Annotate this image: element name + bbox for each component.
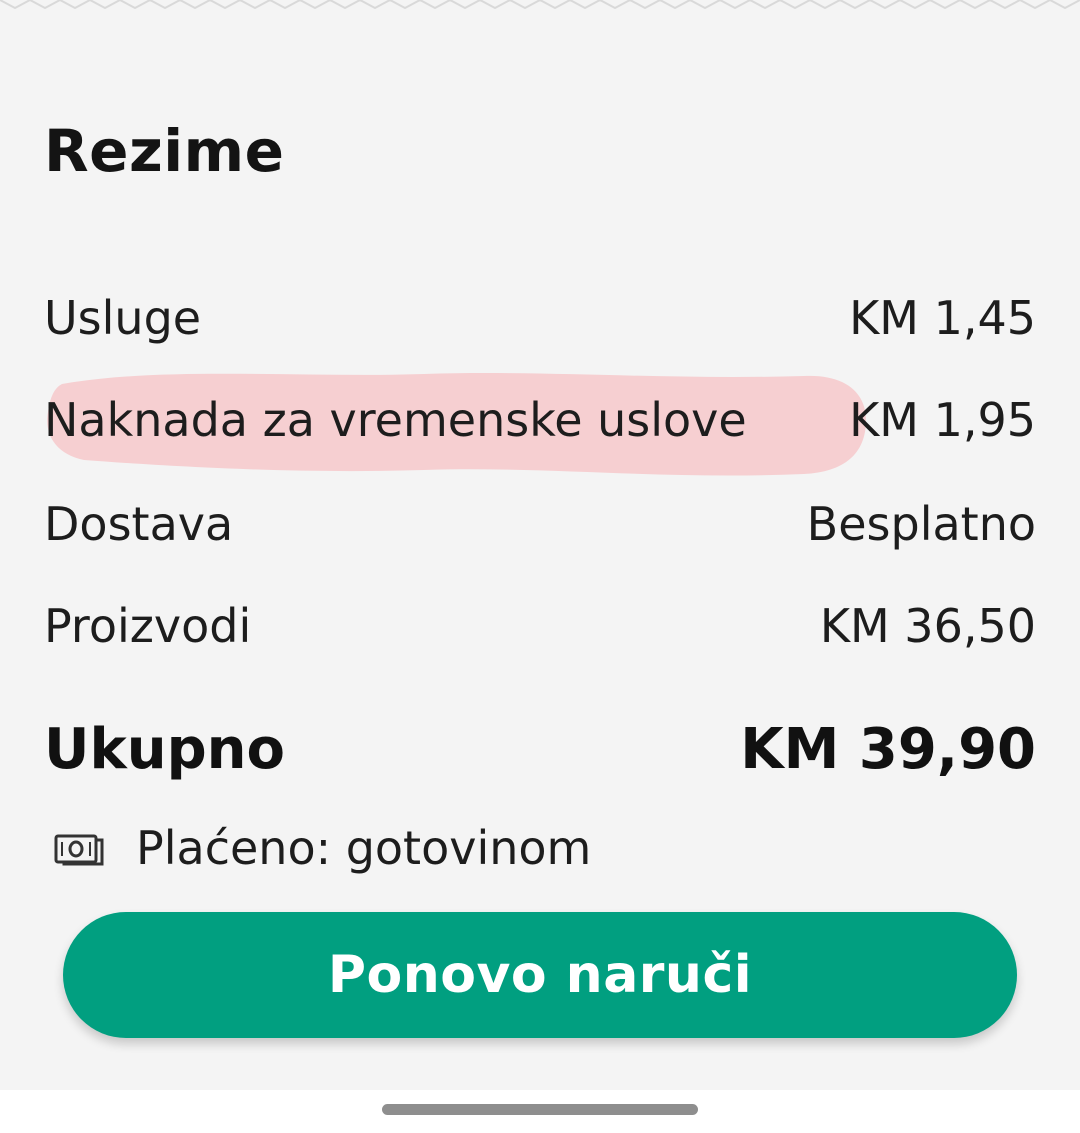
delivery-value: Besplatno <box>806 497 1036 551</box>
products-label: Proizvodi <box>44 599 252 653</box>
total-value: KM 39,90 <box>740 717 1036 782</box>
payment-method: Plaćeno: gotovinom <box>54 820 591 876</box>
weather-fee-label: Naknada za vremenske uslove <box>44 393 747 447</box>
services-label: Usluge <box>44 291 202 345</box>
payment-text: Plaćeno: gotovinom <box>136 821 592 875</box>
summary-sheet: Rezime Usluge KM 1,45 Naknada za vremens… <box>0 0 1080 1090</box>
row-services: Usluge KM 1,45 <box>44 288 1036 348</box>
cash-icon <box>54 828 106 868</box>
weather-fee-value: KM 1,95 <box>849 393 1036 447</box>
products-value: KM 36,50 <box>819 599 1036 653</box>
home-indicator[interactable] <box>382 1104 698 1115</box>
reorder-button[interactable]: Ponovo naruči <box>63 912 1017 1038</box>
delivery-label: Dostava <box>44 497 234 551</box>
receipt-zigzag-edge <box>0 0 1080 10</box>
summary-title: Rezime <box>44 117 285 185</box>
row-products: Proizvodi KM 36,50 <box>44 596 1036 656</box>
reorder-button-label: Ponovo naruči <box>327 945 753 1005</box>
services-value: KM 1,45 <box>849 291 1036 345</box>
total-label: Ukupno <box>44 717 286 782</box>
row-weather-fee: Naknada za vremenske uslove KM 1,95 <box>44 390 1036 450</box>
order-summary-screen: Rezime Usluge KM 1,45 Naknada za vremens… <box>0 0 1080 1133</box>
row-delivery: Dostava Besplatno <box>44 494 1036 554</box>
row-total: Ukupno KM 39,90 <box>44 720 1036 784</box>
